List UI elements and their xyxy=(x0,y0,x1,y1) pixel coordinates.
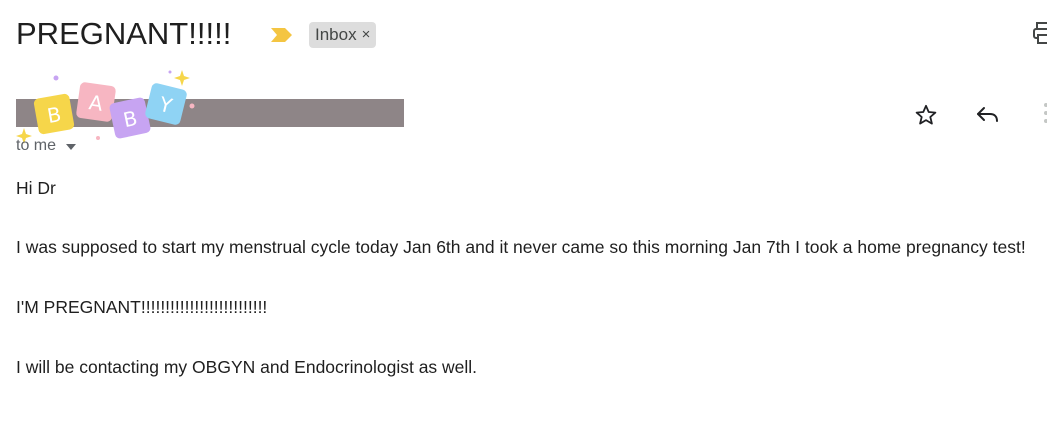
reply-icon xyxy=(977,107,998,122)
body-paragraph: I'M PREGNANT!!!!!!!!!!!!!!!!!!!!!!!!!! xyxy=(16,297,268,317)
body-paragraph: I will be contacting my OBGYN and Endocr… xyxy=(16,357,478,377)
recipient-line: to me xyxy=(16,136,77,156)
reply-button[interactable] xyxy=(972,100,1004,130)
important-marker-icon[interactable] xyxy=(271,28,292,42)
label-text: Inbox xyxy=(315,25,357,44)
block-b2: B xyxy=(109,97,151,139)
body-greeting: Hi Dr xyxy=(16,178,56,198)
block-a: A xyxy=(76,82,116,122)
body-paragraph: I was supposed to start my menstrual cyc… xyxy=(16,237,1026,257)
block-b: B xyxy=(33,93,75,135)
chevron-down-icon[interactable] xyxy=(66,144,77,150)
dot-icon xyxy=(168,70,172,74)
email-subject: PREGNANT!!!!! xyxy=(16,16,232,51)
print-icon[interactable] xyxy=(1033,22,1047,44)
star-button[interactable] xyxy=(911,100,941,130)
more-vert-icon[interactable] xyxy=(1036,103,1047,129)
block-y: Y xyxy=(145,83,187,125)
star-icon xyxy=(915,104,937,125)
remove-label-close-icon[interactable]: × xyxy=(362,22,371,48)
dot-icon xyxy=(189,103,195,109)
email-body: Hi Dr I was supposed to start my menstru… xyxy=(16,174,1041,382)
recipient-text: to me xyxy=(16,137,57,154)
dot-icon xyxy=(96,136,100,140)
dot-icon xyxy=(53,75,59,81)
sparkle-icon xyxy=(174,70,190,86)
inbox-label-chip: Inbox × xyxy=(309,22,377,48)
